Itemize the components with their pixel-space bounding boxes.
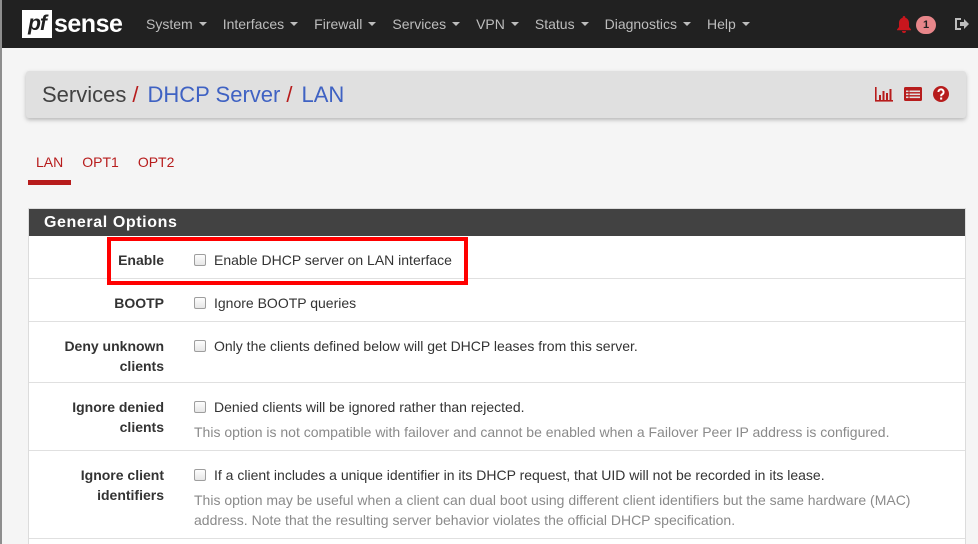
- caret-down-icon: [682, 22, 691, 26]
- pfsense-logo[interactable]: pf sense: [22, 9, 123, 38]
- menu-label: Firewall: [314, 16, 363, 32]
- form-row-bootp: BOOTP Ignore BOOTP queries: [29, 279, 965, 322]
- menu-vpn[interactable]: VPN: [468, 0, 527, 48]
- help-text: This option may be useful when a client …: [194, 492, 911, 528]
- enable-checkbox[interactable]: [194, 254, 206, 266]
- breadcrumb-services: Services: [42, 82, 127, 107]
- menu-label: System: [146, 16, 193, 32]
- form-row-ignore-client-uids: Ignore client identifiers If a client in…: [29, 451, 965, 539]
- field-control: Ignore BOOTP queries: [164, 279, 356, 321]
- top-navbar: pf sense System Interfaces Firewall Serv…: [2, 0, 978, 48]
- field-label: Enable: [118, 252, 164, 268]
- field-control: Only the clients defined below will get …: [164, 322, 638, 382]
- menu-label: VPN: [476, 16, 505, 32]
- logo-pf-mark: pf: [22, 10, 52, 38]
- tab-opt2[interactable]: OPT2: [130, 148, 183, 185]
- caret-down-icon: [452, 22, 461, 26]
- breadcrumb-lan[interactable]: LAN: [301, 71, 344, 118]
- checkbox-label[interactable]: Enable DHCP server on LAN interface: [214, 250, 452, 270]
- field-label: Deny unknown clients: [64, 338, 164, 374]
- checkbox-label[interactable]: If a client includes a unique identifier…: [214, 465, 825, 485]
- panel-title: General Options: [29, 209, 965, 236]
- menu-status[interactable]: Status: [527, 0, 597, 48]
- tab-lan[interactable]: LAN: [28, 148, 72, 185]
- notification-badge[interactable]: 1: [916, 16, 936, 34]
- ignore-bootp-checkbox[interactable]: [194, 297, 206, 309]
- menu-label: Services: [392, 16, 447, 32]
- menu-system[interactable]: System: [138, 0, 215, 48]
- form-row-ignore-denied: Ignore denied clients Denied clients wil…: [29, 383, 965, 451]
- caret-down-icon: [290, 22, 299, 26]
- menu-interfaces[interactable]: Interfaces: [215, 0, 306, 48]
- menu-label: Diagnostics: [604, 16, 677, 32]
- sign-out-icon[interactable]: [954, 16, 970, 32]
- menu-label: Help: [706, 16, 736, 32]
- page-header: Services / DHCP Server / LAN: [26, 71, 966, 118]
- ignore-client-uids-checkbox[interactable]: [194, 469, 206, 481]
- menu-help[interactable]: Help: [699, 0, 758, 48]
- caret-down-icon: [368, 22, 377, 26]
- ignore-denied-checkbox[interactable]: [194, 401, 206, 413]
- caret-down-icon: [741, 22, 750, 26]
- breadcrumb: Services / DHCP Server / LAN: [42, 71, 344, 118]
- field-control: If a client includes a unique identifier…: [164, 451, 919, 538]
- interface-tabs: LAN OPT1 OPT2: [28, 148, 185, 185]
- form-row-deny-unknown: Deny unknown clients Only the clients de…: [29, 322, 965, 383]
- main-menu: System Interfaces Firewall Services VPN …: [138, 0, 758, 48]
- field-label: Ignore denied clients: [72, 399, 164, 435]
- general-options-panel: General Options Enable Enable DHCP serve…: [28, 208, 966, 544]
- form-row-enable: Enable Enable DHCP server on LAN interfa…: [29, 236, 965, 279]
- logo-wordmark: sense: [54, 9, 123, 38]
- help-text: This option is not compatible with failo…: [194, 424, 890, 440]
- field-label: BOOTP: [114, 295, 164, 311]
- caret-down-icon: [580, 22, 589, 26]
- breadcrumb-separator: /: [286, 82, 293, 107]
- caret-down-icon: [198, 22, 207, 26]
- field-control: Denied clients will be ignored rather th…: [164, 383, 919, 450]
- field-control: Enable DHCP server on LAN interface: [164, 236, 452, 278]
- menu-services[interactable]: Services: [384, 0, 468, 48]
- navbar-right: 1: [896, 0, 970, 48]
- tab-opt1[interactable]: OPT1: [74, 148, 127, 185]
- bar-chart-icon[interactable]: [874, 85, 894, 103]
- breadcrumb-dhcp-server[interactable]: DHCP Server: [147, 71, 280, 118]
- menu-firewall[interactable]: Firewall: [306, 0, 384, 48]
- help-icon[interactable]: [932, 85, 952, 103]
- field-label: Ignore client identifiers: [80, 467, 164, 503]
- checkbox-label[interactable]: Ignore BOOTP queries: [214, 293, 356, 313]
- deny-unknown-checkbox[interactable]: [194, 340, 206, 352]
- caret-down-icon: [510, 22, 519, 26]
- header-icons: [874, 85, 952, 103]
- breadcrumb-separator: /: [132, 82, 139, 107]
- menu-diagnostics[interactable]: Diagnostics: [597, 0, 699, 48]
- checkbox-label[interactable]: Denied clients will be ignored rather th…: [214, 397, 525, 417]
- menu-label: Status: [534, 16, 575, 32]
- list-log-icon[interactable]: [903, 85, 923, 103]
- menu-label: Interfaces: [222, 16, 285, 32]
- bell-icon[interactable]: [896, 15, 912, 33]
- checkbox-label[interactable]: Only the clients defined below will get …: [214, 336, 638, 356]
